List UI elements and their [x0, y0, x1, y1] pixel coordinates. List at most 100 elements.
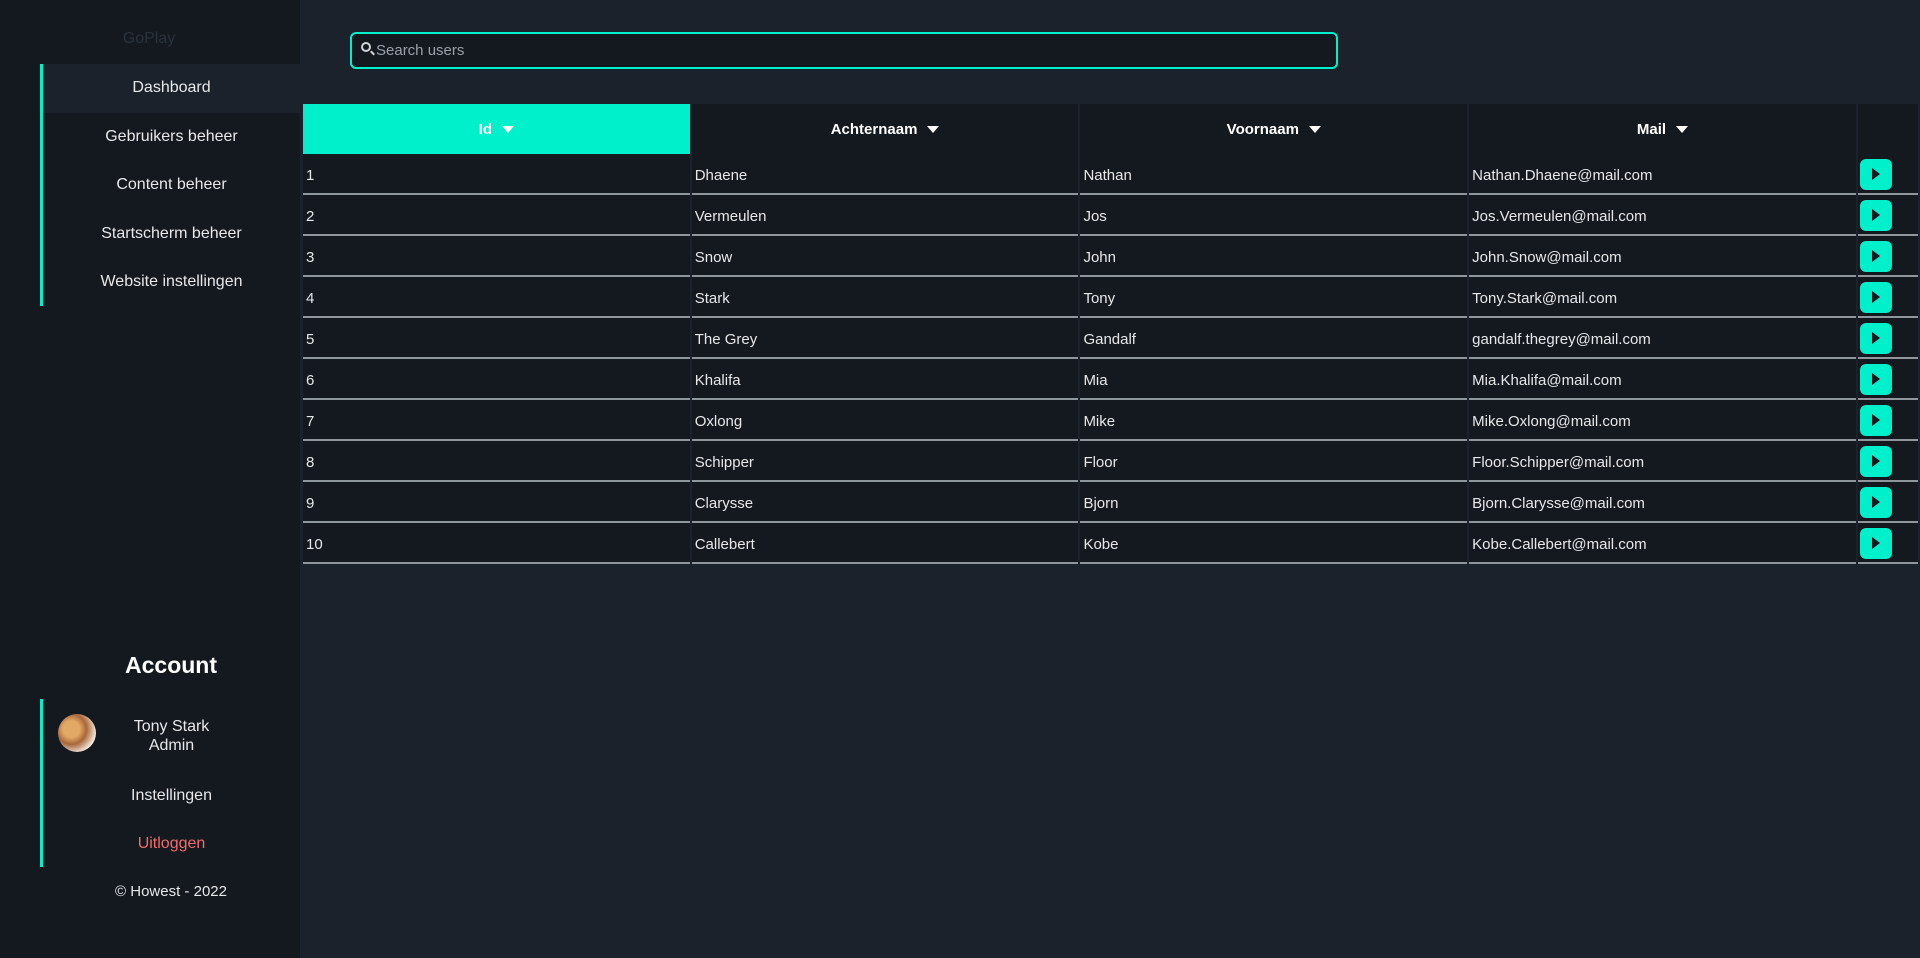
column-header-id[interactable]: Id: [303, 104, 690, 154]
cell-action: [1857, 359, 1918, 400]
column-header-label: Id: [478, 120, 493, 138]
table-row: 7 Oxlong Mike Mike.Oxlong@mail.com: [303, 400, 1918, 441]
cell-mail: gandalf.thegrey@mail.com: [1469, 318, 1856, 359]
open-user-button[interactable]: [1859, 364, 1892, 395]
table-row: 10 Callebert Kobe Kobe.Callebert@mail.co…: [303, 523, 1918, 564]
cell-mail: Floor.Schipper@mail.com: [1469, 441, 1856, 482]
cell-lastname: Khalifa: [691, 359, 1079, 400]
open-user-button[interactable]: [1859, 282, 1892, 313]
cell-id: 10: [303, 523, 690, 564]
column-header-mail[interactable]: Mail: [1469, 104, 1856, 154]
copyright: © Howest - 2022: [115, 883, 227, 900]
cell-mail: Nathan.Dhaene@mail.com: [1469, 154, 1856, 195]
cell-action: [1857, 441, 1918, 482]
sidebar-item-users[interactable]: Gebruikers beheer: [43, 113, 300, 162]
cell-action: [1857, 523, 1918, 564]
caret-down-icon: [502, 126, 515, 134]
cell-firstname: Gandalf: [1080, 318, 1468, 359]
cell-id: 8: [303, 441, 690, 482]
cell-mail: Mia.Khalifa@mail.com: [1469, 359, 1856, 400]
cell-lastname: Schipper: [691, 441, 1079, 482]
cell-mail: Bjorn.Clarysse@mail.com: [1469, 482, 1856, 523]
user-info: Tony Stark Admin: [43, 717, 300, 755]
cell-lastname: Vermeulen: [691, 195, 1079, 236]
caret-down-icon: [1308, 126, 1321, 134]
caret-down-icon: [1676, 126, 1689, 134]
cell-mail: Jos.Vermeulen@mail.com: [1469, 195, 1856, 236]
cell-lastname: Clarysse: [691, 482, 1079, 523]
cell-lastname: Dhaene: [691, 154, 1079, 195]
open-user-button[interactable]: [1859, 200, 1892, 231]
column-header-lastname[interactable]: Achternaam: [691, 104, 1079, 154]
cell-action: [1857, 277, 1918, 318]
cell-id: 4: [303, 277, 690, 318]
cell-firstname: Floor: [1080, 441, 1468, 482]
table-row: 9 Clarysse Bjorn Bjorn.Clarysse@mail.com: [303, 482, 1918, 523]
table-row: 5 The Grey Gandalf gandalf.thegrey@mail.…: [303, 318, 1918, 359]
search-icon: [361, 42, 371, 52]
cell-action: [1857, 154, 1918, 195]
cell-firstname: Kobe: [1080, 523, 1468, 564]
cell-mail: Kobe.Callebert@mail.com: [1469, 523, 1856, 564]
cell-mail: John.Snow@mail.com: [1469, 236, 1856, 277]
table-row: 8 Schipper Floor Floor.Schipper@mail.com: [303, 441, 1918, 482]
open-user-button[interactable]: [1859, 241, 1892, 272]
open-user-button[interactable]: [1859, 487, 1892, 518]
cell-firstname: Mike: [1080, 400, 1468, 441]
cell-id: 3: [303, 236, 690, 277]
search-input[interactable]: [376, 34, 1326, 67]
caret-down-icon: [927, 126, 940, 134]
cell-action: [1857, 318, 1918, 359]
sidebar-item-website-settings[interactable]: Website instellingen: [43, 258, 300, 307]
cell-id: 9: [303, 482, 690, 523]
cell-id: 7: [303, 400, 690, 441]
open-user-button[interactable]: [1859, 405, 1892, 436]
cell-firstname: Jos: [1080, 195, 1468, 236]
sidebar: GoPlay Dashboard Gebruikers beheer Conte…: [0, 0, 300, 958]
table-header-row: Id Achternaam Voornaam Mail: [303, 104, 1918, 154]
column-header-firstname[interactable]: Voornaam: [1080, 104, 1468, 154]
logout-link[interactable]: Uitloggen: [43, 835, 300, 853]
sidebar-item-content[interactable]: Content beheer: [43, 161, 300, 210]
account-panel: Tony Stark Admin Instellingen Uitloggen: [40, 699, 300, 867]
user-role: Admin: [148, 737, 195, 754]
cell-lastname: The Grey: [691, 318, 1079, 359]
cell-lastname: Callebert: [691, 523, 1079, 564]
column-header-label: Mail: [1636, 120, 1667, 138]
column-header-actions: [1857, 104, 1918, 154]
cell-firstname: John: [1080, 236, 1468, 277]
open-user-button[interactable]: [1859, 323, 1892, 354]
table-row: 3 Snow John John.Snow@mail.com: [303, 236, 1918, 277]
cell-firstname: Tony: [1080, 277, 1468, 318]
sidebar-item-startscreen[interactable]: Startscherm beheer: [43, 210, 300, 259]
open-user-button[interactable]: [1859, 446, 1892, 477]
open-user-button[interactable]: [1859, 159, 1892, 190]
cell-lastname: Stark: [691, 277, 1079, 318]
column-header-label: Achternaam: [830, 120, 918, 138]
cell-lastname: Oxlong: [691, 400, 1079, 441]
app-logo[interactable]: GoPlay: [0, 30, 298, 48]
cell-action: [1857, 400, 1918, 441]
table-row: 2 Vermeulen Jos Jos.Vermeulen@mail.com: [303, 195, 1918, 236]
sidebar-item-dashboard[interactable]: Dashboard: [43, 64, 300, 113]
cell-action: [1857, 195, 1918, 236]
cell-action: [1857, 236, 1918, 277]
sidebar-nav: Dashboard Gebruikers beheer Content behe…: [40, 64, 300, 306]
cell-action: [1857, 482, 1918, 523]
cell-firstname: Nathan: [1080, 154, 1468, 195]
account-title: Account: [125, 652, 217, 678]
settings-link[interactable]: Instellingen: [43, 787, 300, 805]
cell-lastname: Snow: [691, 236, 1079, 277]
column-header-label: Voornaam: [1226, 120, 1299, 138]
cell-id: 5: [303, 318, 690, 359]
cell-id: 2: [303, 195, 690, 236]
search-bar: [350, 32, 1338, 69]
open-user-button[interactable]: [1859, 528, 1892, 559]
cell-firstname: Bjorn: [1080, 482, 1468, 523]
cell-mail: Mike.Oxlong@mail.com: [1469, 400, 1856, 441]
cell-id: 6: [303, 359, 690, 400]
cell-firstname: Mia: [1080, 359, 1468, 400]
cell-id: 1: [303, 154, 690, 195]
table-row: 4 Stark Tony Tony.Stark@mail.com: [303, 277, 1918, 318]
table-body: 1 Dhaene Nathan Nathan.Dhaene@mail.com 2…: [303, 154, 1918, 564]
